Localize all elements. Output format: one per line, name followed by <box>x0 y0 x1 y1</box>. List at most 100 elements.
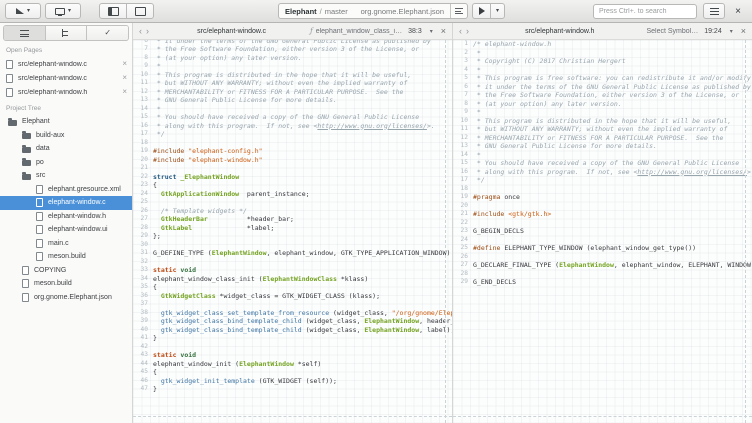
code-editor[interactable]: 1/* elephant-window.h2 *3 * Copyright (C… <box>453 40 752 423</box>
code-line[interactable]: 26 /* Template widgets */ <box>133 207 452 216</box>
line-number[interactable]: 20 <box>133 156 153 165</box>
code-line[interactable]: 20#include "elephant-window.h" <box>133 156 452 165</box>
code-line[interactable]: 15 * You should have received a copy of … <box>133 113 452 122</box>
line-number[interactable]: 17 <box>453 176 473 185</box>
code-line[interactable]: 13 * GNU General Public License for more… <box>133 96 452 105</box>
code-line[interactable]: 27 GtkHeaderBar *header_bar; <box>133 215 452 224</box>
line-number[interactable]: 27 <box>453 261 473 270</box>
line-number[interactable]: 22 <box>133 173 153 182</box>
code-line[interactable]: 29}; <box>133 232 452 241</box>
code-line[interactable]: 14 * <box>133 105 452 114</box>
line-number[interactable]: 41 <box>133 334 153 343</box>
code-line[interactable]: 24 <box>453 236 752 245</box>
tree-item-build-aux[interactable]: build-aux <box>0 129 132 143</box>
code-line[interactable]: 47} <box>133 385 452 394</box>
line-number[interactable]: 17 <box>133 130 153 139</box>
line-number[interactable]: 12 <box>133 88 153 97</box>
tree-item-elephant-window-ui[interactable]: elephant-window.ui <box>0 223 132 237</box>
line-number[interactable]: 40 <box>133 326 153 335</box>
line-number[interactable]: 10 <box>133 71 153 80</box>
line-number[interactable]: 8 <box>133 54 153 63</box>
device-selector-button[interactable]: ▾ <box>45 3 81 19</box>
code-line[interactable]: 17 */ <box>453 176 752 185</box>
code-line[interactable]: 41} <box>133 334 452 343</box>
line-number[interactable]: 24 <box>453 236 473 245</box>
line-number[interactable]: 47 <box>133 385 153 394</box>
toggle-right-panel-button[interactable] <box>126 3 154 19</box>
line-number[interactable]: 25 <box>133 198 153 207</box>
code-line[interactable]: 32 <box>133 258 452 267</box>
code-line[interactable]: 22struct _ElephantWindow <box>133 173 452 182</box>
code-line[interactable]: 39 gtk_widget_class_bind_template_child … <box>133 317 452 326</box>
line-number[interactable]: 31 <box>133 249 153 258</box>
history-forward-icon[interactable]: › <box>466 27 469 36</box>
line-number[interactable]: 36 <box>133 292 153 301</box>
line-number[interactable]: 14 <box>453 151 473 160</box>
code-line[interactable]: 20 <box>453 202 752 211</box>
line-number[interactable]: 33 <box>133 266 153 275</box>
sidebar-tab-tree[interactable] <box>46 26 88 40</box>
line-number[interactable]: 39 <box>133 317 153 326</box>
tree-item-elephant-window-c[interactable]: elephant-window.c <box>0 196 132 210</box>
code-line[interactable]: 4 * <box>453 66 752 75</box>
code-line[interactable]: 7 * the Free Software Foundation, either… <box>453 91 752 100</box>
run-button[interactable] <box>472 3 490 19</box>
open-page-item[interactable]: src/elephant-window.c× <box>0 71 132 85</box>
code-line[interactable]: 46 gtk_widget_init_template (GTK_WIDGET … <box>133 377 452 386</box>
tree-item-main-c[interactable]: main.c <box>0 237 132 251</box>
tree-item-elephant-gresource-xml[interactable]: elephant.gresource.xml <box>0 183 132 197</box>
code-line[interactable]: 21 <box>133 164 452 173</box>
code-line[interactable]: 34elephant_window_class_init (ElephantWi… <box>133 275 452 284</box>
code-line[interactable]: 9 * <box>133 62 452 71</box>
line-number[interactable]: 35 <box>133 283 153 292</box>
code-line[interactable]: 26 <box>453 253 752 262</box>
code-line[interactable]: 36 GtkWidgetClass *widget_class = GTK_WI… <box>133 292 452 301</box>
code-line[interactable]: 15 * You should have received a copy of … <box>453 159 752 168</box>
toggle-left-panel-button[interactable] <box>99 3 127 19</box>
line-number[interactable]: 21 <box>453 210 473 219</box>
line-number[interactable]: 18 <box>133 139 153 148</box>
editor-filename[interactable]: src/elephant-window.h <box>525 28 594 35</box>
line-number[interactable]: 28 <box>453 270 473 279</box>
code-line[interactable]: 3 * Copyright (C) 2017 Christian Hergert <box>453 57 752 66</box>
line-number[interactable]: 16 <box>133 122 153 131</box>
code-line[interactable]: 11 * but WITHOUT ANY WARRANTY; without e… <box>133 79 452 88</box>
line-number[interactable]: 4 <box>453 66 473 75</box>
code-line[interactable]: 8 * (at your option) any later version. <box>133 54 452 63</box>
line-number[interactable]: 27 <box>133 215 153 224</box>
code-line[interactable]: 29G_END_DECLS <box>453 278 752 287</box>
line-number[interactable]: 18 <box>453 185 473 194</box>
line-number[interactable]: 11 <box>453 125 473 134</box>
code-line[interactable]: 33static void <box>133 266 452 275</box>
line-number[interactable]: 29 <box>453 278 473 287</box>
line-number[interactable]: 24 <box>133 190 153 199</box>
current-symbol-button[interactable]: elephant_window_class_i… <box>316 28 402 35</box>
history-back-icon[interactable]: ‹ <box>459 27 462 36</box>
line-number[interactable]: 7 <box>133 45 153 54</box>
code-line[interactable]: 1/* elephant-window.h <box>453 40 752 49</box>
line-number[interactable]: 23 <box>133 181 153 190</box>
code-line[interactable]: 8 * (at your option) any later version. <box>453 100 752 109</box>
editor-options-icon[interactable]: ▾ <box>730 28 733 35</box>
code-line[interactable]: 37 <box>133 300 452 309</box>
code-line[interactable]: 18 <box>133 139 452 148</box>
line-number[interactable]: 26 <box>453 253 473 262</box>
line-number[interactable]: 1 <box>453 40 473 49</box>
code-line[interactable]: 22 <box>453 219 752 228</box>
code-line[interactable]: 14 * <box>453 151 752 160</box>
close-editor-icon[interactable]: × <box>441 27 446 36</box>
code-line[interactable]: 25 <box>133 198 452 207</box>
code-line[interactable]: 38 gtk_widget_class_set_template_from_re… <box>133 309 452 318</box>
code-line[interactable]: 44elephant_window_init (ElephantWindow *… <box>133 360 452 369</box>
line-number[interactable]: 14 <box>133 105 153 114</box>
code-line[interactable]: 10 * This program is distributed in the … <box>133 71 452 80</box>
line-number[interactable]: 22 <box>453 219 473 228</box>
line-number[interactable]: 13 <box>133 96 153 105</box>
app-menu-button[interactable] <box>703 3 725 19</box>
code-line[interactable]: 19#include "elephant-config.h" <box>133 147 452 156</box>
line-number[interactable]: 16 <box>453 168 473 177</box>
line-number[interactable]: 23 <box>453 227 473 236</box>
code-line[interactable]: 31G_DEFINE_TYPE (ElephantWindow, elephan… <box>133 249 452 258</box>
code-line[interactable]: 17 */ <box>133 130 452 139</box>
code-line[interactable]: 7 * the Free Software Foundation, either… <box>133 45 452 54</box>
